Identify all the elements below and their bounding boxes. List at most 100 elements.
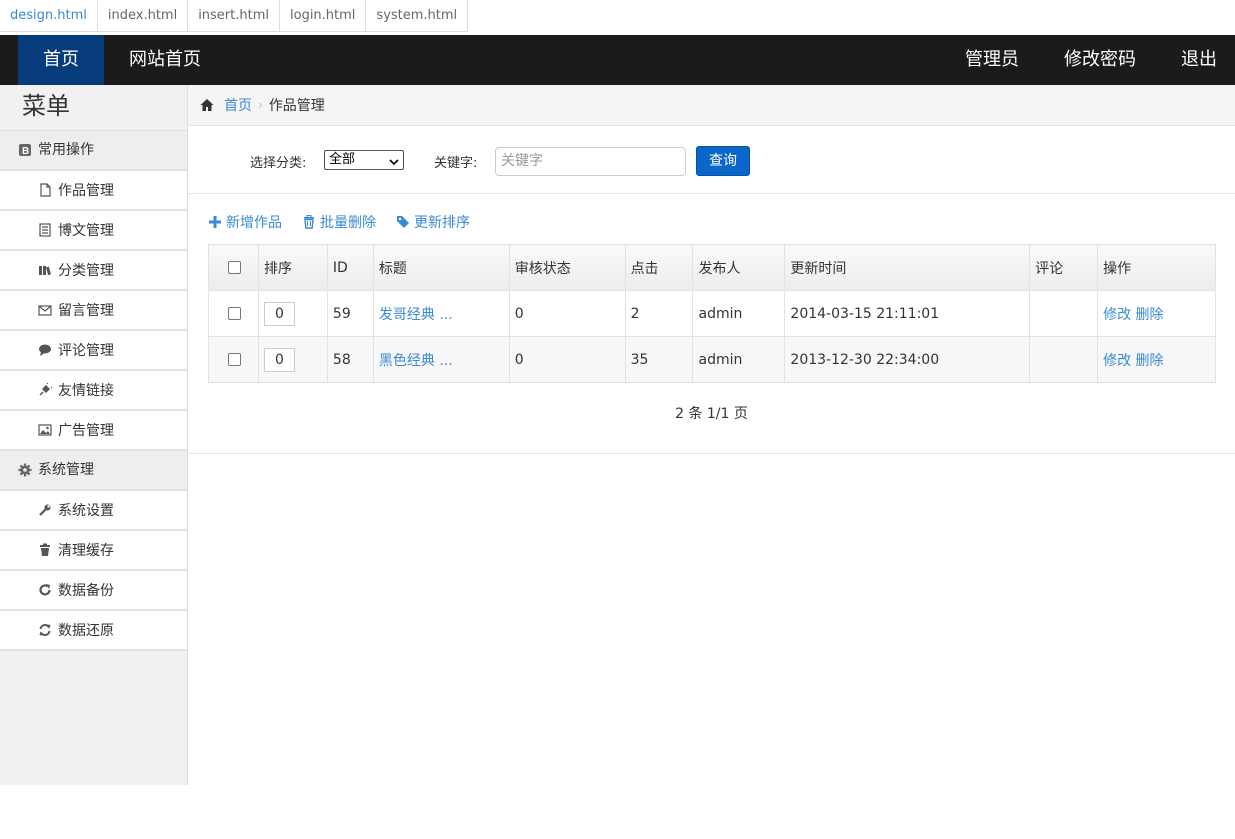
add-work-label: 新增作品 xyxy=(226,215,282,231)
status-cell: 0 xyxy=(508,290,626,337)
svg-text:B: B xyxy=(22,146,29,157)
title-link[interactable]: 发哥经典 ... xyxy=(379,307,453,323)
select-all-checkbox[interactable] xyxy=(228,261,241,274)
sidebar: 菜单 B 常用操作 作品管理 博文管理 分类管理 留言管理 评论管理 友情链接 … xyxy=(0,85,188,785)
search-button[interactable]: 查询 xyxy=(696,146,750,176)
sidebar-group-system[interactable]: 系统管理 xyxy=(0,451,187,491)
file-tab-system[interactable]: system.html xyxy=(366,0,469,32)
column-header: 标题 xyxy=(372,244,510,291)
id-cell: 58 xyxy=(326,336,374,383)
sort-input[interactable]: 0 xyxy=(263,347,295,372)
author-cell: admin xyxy=(692,336,786,383)
file-tab-index[interactable]: index.html xyxy=(97,0,189,32)
comments-cell xyxy=(1029,290,1099,337)
updated-cell: 2013-12-30 22:34:00 xyxy=(784,336,1031,383)
row-select-cell xyxy=(208,290,259,337)
breadcrumb: 首页 › 作品管理 xyxy=(188,85,1235,126)
nav-admin[interactable]: 管理员 xyxy=(920,35,1019,85)
trash-icon xyxy=(302,215,316,229)
column-header: 评论 xyxy=(1029,244,1099,291)
batch-delete-label: 批量删除 xyxy=(320,215,376,231)
sidebar-item-blog[interactable]: 博文管理 xyxy=(0,211,187,251)
row-checkbox[interactable] xyxy=(228,353,241,366)
title-link[interactable]: 黑色经典 ... xyxy=(379,353,453,369)
operation-cell: 修改 删除 xyxy=(1097,290,1216,337)
file-tab-design[interactable]: design.html xyxy=(0,0,98,32)
nav-site-home[interactable]: 网站首页 xyxy=(104,35,226,85)
nav-home[interactable]: 首页 xyxy=(18,35,104,85)
works-table: 排序 ID 标题 审核状态 点击 发布人 更新时间 评论 操作 0 59 发哥经… xyxy=(208,244,1216,383)
wrench-icon xyxy=(38,503,52,517)
keyword-label: 关键字: xyxy=(434,156,478,171)
column-header: 排序 xyxy=(257,244,328,291)
chevron-right-icon: › xyxy=(258,98,263,112)
sidebar-item-links[interactable]: 友情链接 xyxy=(0,371,187,411)
row-checkbox[interactable] xyxy=(228,307,241,320)
table-row: 0 59 发哥经典 ... 0 2 admin 2014-03-15 21:11… xyxy=(208,290,1216,337)
status-cell: 0 xyxy=(508,336,626,383)
sidebar-group-label: 常用操作 xyxy=(38,142,94,158)
update-sort-label: 更新排序 xyxy=(414,215,470,231)
column-header: 点击 xyxy=(624,244,694,291)
column-header: ID xyxy=(326,244,374,291)
sidebar-item-restore[interactable]: 数据还原 xyxy=(0,611,187,651)
add-work-button[interactable]: 新增作品 xyxy=(208,212,282,232)
id-cell: 59 xyxy=(326,290,374,337)
clicks-cell: 35 xyxy=(624,336,694,383)
author-cell: admin xyxy=(692,290,786,337)
sidebar-item-label: 作品管理 xyxy=(58,183,114,199)
updated-cell: 2014-03-15 21:11:01 xyxy=(784,290,1031,337)
sort-cell: 0 xyxy=(257,336,328,383)
table-header-row: 排序 ID 标题 审核状态 点击 发布人 更新时间 评论 操作 xyxy=(208,244,1216,291)
batch-delete-button[interactable]: 批量删除 xyxy=(302,212,376,232)
sidebar-item-ads[interactable]: 广告管理 xyxy=(0,411,187,451)
file-tab-bar: design.html index.html insert.html login… xyxy=(0,0,469,32)
select-all-cell xyxy=(208,244,259,291)
table-row: 0 58 黑色经典 ... 0 35 admin 2013-12-30 22:3… xyxy=(208,336,1216,383)
gear-icon xyxy=(18,463,32,477)
envelope-icon xyxy=(38,303,52,317)
file-tab-login[interactable]: login.html xyxy=(280,0,367,32)
sidebar-item-clear-cache[interactable]: 清理缓存 xyxy=(0,531,187,571)
sidebar-item-comments[interactable]: 评论管理 xyxy=(0,331,187,371)
operation-cell: 修改 删除 xyxy=(1097,336,1216,383)
nav-change-password[interactable]: 修改密码 xyxy=(1019,35,1136,85)
sidebar-item-label: 留言管理 xyxy=(58,303,114,319)
sidebar-item-label: 评论管理 xyxy=(58,343,114,359)
category-select[interactable]: 全部 xyxy=(324,150,404,170)
edit-link[interactable]: 修改 xyxy=(1103,353,1131,369)
sidebar-item-category[interactable]: 分类管理 xyxy=(0,251,187,291)
nav-logout[interactable]: 退出 xyxy=(1136,35,1217,85)
breadcrumb-current: 作品管理 xyxy=(268,98,325,114)
edit-link[interactable]: 修改 xyxy=(1103,307,1131,323)
sidebar-item-label: 广告管理 xyxy=(58,423,114,439)
title-cell: 黑色经典 ... xyxy=(372,336,510,383)
sidebar-item-works[interactable]: 作品管理 xyxy=(0,171,187,211)
update-sort-button[interactable]: 更新排序 xyxy=(396,212,470,232)
column-header: 审核状态 xyxy=(508,244,626,291)
sidebar-item-settings[interactable]: 系统设置 xyxy=(0,491,187,531)
plug-icon xyxy=(38,383,52,397)
delete-link[interactable]: 删除 xyxy=(1136,353,1164,369)
books-icon xyxy=(38,263,52,277)
top-navbar: 首页 网站首页 管理员 修改密码 退出 xyxy=(0,35,1235,85)
filter-bar: 选择分类: 全部 关键字: 关键字 查询 xyxy=(188,126,1235,194)
file-icon xyxy=(38,183,52,197)
sidebar-item-label: 数据备份 xyxy=(58,583,114,599)
sidebar-item-label: 清理缓存 xyxy=(58,543,114,559)
sort-cell: 0 xyxy=(257,290,328,337)
sort-input[interactable]: 0 xyxy=(263,301,295,326)
keyword-input[interactable]: 关键字 xyxy=(495,147,686,176)
file-tab-insert[interactable]: insert.html xyxy=(188,0,280,32)
comment-icon xyxy=(38,343,52,357)
sidebar-item-backup[interactable]: 数据备份 xyxy=(0,571,187,611)
chevron-down-icon xyxy=(389,155,399,173)
trash-icon xyxy=(38,543,52,557)
main-content: 首页 › 作品管理 选择分类: 全部 关键字: 关键字 查询 新增作品 批量删除… xyxy=(188,85,1235,839)
sidebar-group-common[interactable]: B 常用操作 xyxy=(0,131,187,171)
title-cell: 发哥经典 ... xyxy=(372,290,510,337)
breadcrumb-home[interactable]: 首页 xyxy=(224,95,252,115)
action-bar: 新增作品 批量删除 更新排序 xyxy=(208,212,490,232)
sidebar-item-messages[interactable]: 留言管理 xyxy=(0,291,187,331)
delete-link[interactable]: 删除 xyxy=(1136,307,1164,323)
